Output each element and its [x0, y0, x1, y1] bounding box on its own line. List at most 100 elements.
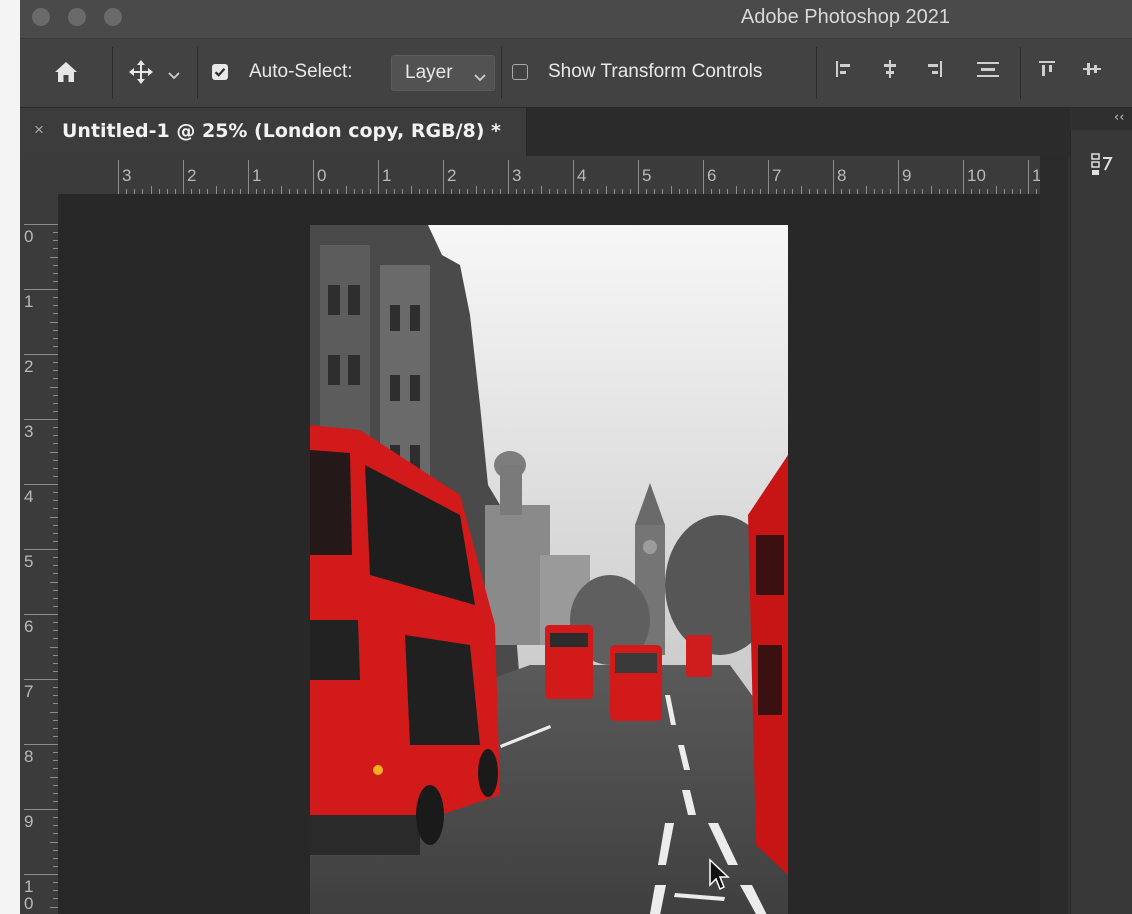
london-street-photo — [310, 225, 788, 914]
history-icon[interactable] — [1091, 152, 1113, 181]
ruler-minor-tick — [53, 297, 58, 299]
ruler-major-tick — [24, 289, 58, 290]
ruler-major-tick — [24, 549, 58, 550]
ruler-major-tick — [638, 160, 639, 194]
ruler-major-tick — [24, 809, 58, 810]
ruler-minor-tick — [126, 189, 128, 194]
ruler-origin[interactable] — [20, 156, 58, 194]
ruler-label: 3 — [24, 422, 34, 441]
photoshop-window: Adobe Photoshop 2021 Auto-Select: Layer — [20, 0, 1132, 914]
ruler-minor-tick — [434, 189, 436, 194]
ruler-minor-tick — [53, 500, 58, 502]
ruler-minor-tick — [280, 186, 282, 194]
ruler-major-tick — [573, 160, 574, 194]
ruler-major-tick — [443, 160, 444, 194]
ruler-minor-tick — [654, 189, 656, 194]
ruler-minor-tick — [53, 329, 58, 331]
ruler-minor-tick — [53, 792, 58, 794]
ruler-minor-tick — [353, 189, 355, 194]
ruler-minor-tick — [53, 825, 58, 827]
ruler-minor-tick — [922, 189, 924, 194]
ruler-minor-tick — [53, 467, 58, 469]
ruler-minor-tick — [53, 687, 58, 689]
ruler-major-tick — [313, 160, 314, 194]
document-image[interactable] — [310, 225, 788, 914]
ruler-minor-tick — [410, 186, 412, 194]
ruler-label: 6 — [24, 617, 34, 636]
ruler-minor-tick — [50, 711, 58, 713]
ruler-label: 3 — [512, 166, 522, 185]
ruler-major-tick — [24, 354, 58, 355]
ruler-minor-tick — [53, 768, 58, 770]
home-icon[interactable] — [54, 61, 78, 88]
separator — [112, 47, 113, 99]
ruler-minor-tick — [53, 573, 58, 575]
ruler-minor-tick — [906, 189, 908, 194]
ruler-minor-tick — [621, 189, 623, 194]
canvas-area[interactable] — [59, 195, 1040, 914]
ruler-minor-tick — [239, 189, 241, 194]
ruler-minor-tick — [264, 189, 266, 194]
desktop-edge — [0, 0, 20, 914]
ruler-label: 2 — [187, 166, 197, 185]
ruler-major-tick — [378, 160, 379, 194]
align-horizontal-centers-icon[interactable] — [880, 59, 900, 84]
ruler-major-tick — [703, 160, 704, 194]
ruler-minor-tick — [53, 800, 58, 802]
ruler-label: 9 — [902, 166, 912, 185]
vertical-ruler[interactable]: 012345678910 — [20, 194, 59, 914]
ruler-minor-tick — [532, 189, 534, 194]
ruler-major-tick — [24, 744, 58, 745]
ruler-major-tick — [963, 160, 964, 194]
chevron-down-icon[interactable] — [168, 67, 180, 85]
ruler-minor-tick — [800, 186, 802, 194]
ruler-minor-tick — [849, 189, 851, 194]
ruler-minor-tick — [613, 189, 615, 194]
ruler-minor-tick — [53, 735, 58, 737]
ruler-minor-tick — [491, 189, 493, 194]
ruler-minor-tick — [857, 189, 859, 194]
ruler-minor-tick — [865, 186, 867, 194]
ruler-minor-tick — [288, 189, 290, 194]
ruler-minor-tick — [581, 189, 583, 194]
ruler-minor-tick — [816, 189, 818, 194]
ruler-label: 8 — [837, 166, 847, 185]
ruler-minor-tick — [556, 189, 558, 194]
ruler-minor-tick — [53, 305, 58, 307]
collapse-panels-icon[interactable]: ‹‹ — [1114, 110, 1124, 125]
ruler-minor-tick — [53, 435, 58, 437]
canvas-scroll-gutter[interactable] — [1040, 156, 1068, 914]
ruler-minor-tick — [256, 189, 258, 194]
ruler-minor-tick — [215, 186, 217, 194]
app-title: Adobe Photoshop 2021 — [740, 6, 950, 28]
auto-select-target-dropdown[interactable]: Layer — [391, 55, 495, 91]
ruler-label: 0 — [24, 894, 34, 913]
ruler-minor-tick — [53, 589, 58, 591]
align-right-edges-icon[interactable] — [924, 59, 944, 84]
horizontal-ruler[interactable]: 3210123456789101 — [58, 156, 1040, 195]
document-tab[interactable]: × Untitled-1 @ 25% (London copy, RGB/8) … — [20, 108, 527, 156]
ruler-minor-tick — [459, 189, 461, 194]
align-vertical-centers-icon[interactable] — [1082, 59, 1102, 84]
ruler-minor-tick — [564, 189, 566, 194]
ruler-label: 2 — [24, 357, 34, 376]
show-transform-label: Show Transform Controls — [548, 61, 763, 82]
ruler-major-tick — [118, 160, 119, 194]
ruler-minor-tick — [53, 597, 58, 599]
ruler-major-tick — [24, 484, 58, 485]
ruler-minor-tick — [53, 272, 58, 274]
ruler-minor-tick — [759, 189, 761, 194]
ruler-minor-tick — [321, 189, 323, 194]
align-top-edges-icon[interactable] — [1037, 59, 1057, 84]
move-tool-icon[interactable] — [128, 59, 154, 90]
ruler-minor-tick — [53, 833, 58, 835]
distribute-vertical-icon[interactable] — [976, 59, 1000, 84]
ruler-minor-tick — [53, 622, 58, 624]
close-tab-icon[interactable]: × — [34, 120, 44, 140]
panel-collapse-strip[interactable]: ‹‹ — [1070, 108, 1132, 130]
align-left-edges-icon[interactable] — [834, 59, 854, 84]
auto-select-checkbox[interactable] — [212, 64, 228, 80]
show-transform-checkbox[interactable] — [512, 64, 528, 80]
ruler-minor-tick — [174, 189, 176, 194]
ruler-minor-tick — [53, 630, 58, 632]
